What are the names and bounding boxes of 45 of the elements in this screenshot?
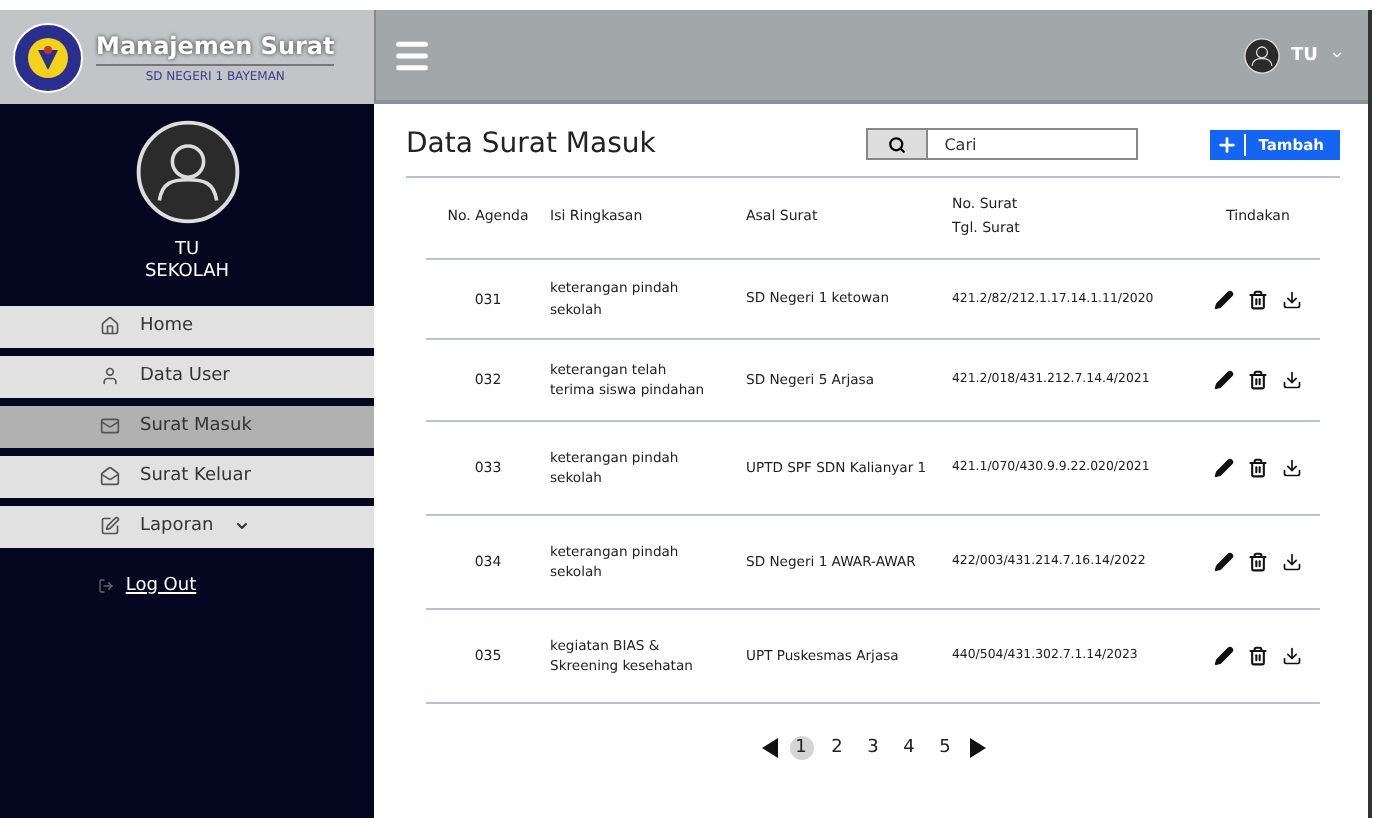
app-title: Manajemen Surat: [96, 31, 335, 65]
page-link[interactable]: 4: [897, 736, 921, 760]
search-field[interactable]: Cari: [928, 128, 1139, 160]
caret-icon[interactable]: [233, 518, 250, 534]
sidebar-item[interactable]: Data User: [0, 355, 374, 397]
trash-icon[interactable]: [1248, 289, 1268, 309]
logout-link[interactable]: Log Out: [125, 575, 197, 595]
trash-icon[interactable]: [1248, 458, 1268, 478]
page-link[interactable]: 5: [933, 736, 957, 760]
page-title: Data Surat Masuk: [406, 128, 658, 160]
sidebar-item[interactable]: Laporan: [0, 505, 374, 547]
logout-icon: [97, 577, 114, 593]
role-label: TU SEKOLAH: [142, 240, 232, 285]
next-icon[interactable]: [969, 738, 985, 758]
edit-icon[interactable]: [1214, 646, 1234, 666]
plus-icon[interactable]: [1216, 133, 1247, 155]
download-icon[interactable]: [1282, 552, 1302, 572]
school-logo: [12, 21, 84, 93]
edit-icon[interactable]: [1214, 370, 1234, 390]
download-icon[interactable]: [1282, 370, 1302, 390]
previous-icon[interactable]: [761, 738, 777, 758]
download-icon[interactable]: [1282, 289, 1302, 309]
user-avatar: [1243, 37, 1280, 73]
inbox-icon: [100, 416, 120, 436]
trash-icon[interactable]: [1248, 370, 1268, 390]
search-icon[interactable]: [888, 135, 907, 153]
trash-icon[interactable]: [1248, 552, 1268, 572]
outbox-icon: [100, 466, 120, 486]
edit-icon[interactable]: [1214, 552, 1234, 572]
page-link[interactable]: 2: [825, 736, 849, 760]
page-link[interactable]: 1: [789, 736, 813, 760]
edit-icon[interactable]: [1214, 458, 1234, 478]
download-icon[interactable]: [1282, 458, 1302, 478]
home-icon: [100, 316, 120, 336]
page-link[interactable]: 3: [861, 736, 885, 760]
edit-icon[interactable]: [1214, 289, 1234, 309]
sidebar-item[interactable]: Surat Masuk: [0, 405, 374, 447]
report-icon: [100, 516, 120, 536]
profile-avatar: [135, 120, 239, 224]
sidebar-item[interactable]: Surat Keluar: [0, 455, 374, 497]
search-button[interactable]: [866, 128, 929, 160]
trash-icon[interactable]: [1248, 646, 1268, 666]
download-icon[interactable]: [1282, 646, 1302, 666]
sidebar-item[interactable]: Home: [0, 305, 374, 347]
user-icon: [100, 366, 120, 386]
